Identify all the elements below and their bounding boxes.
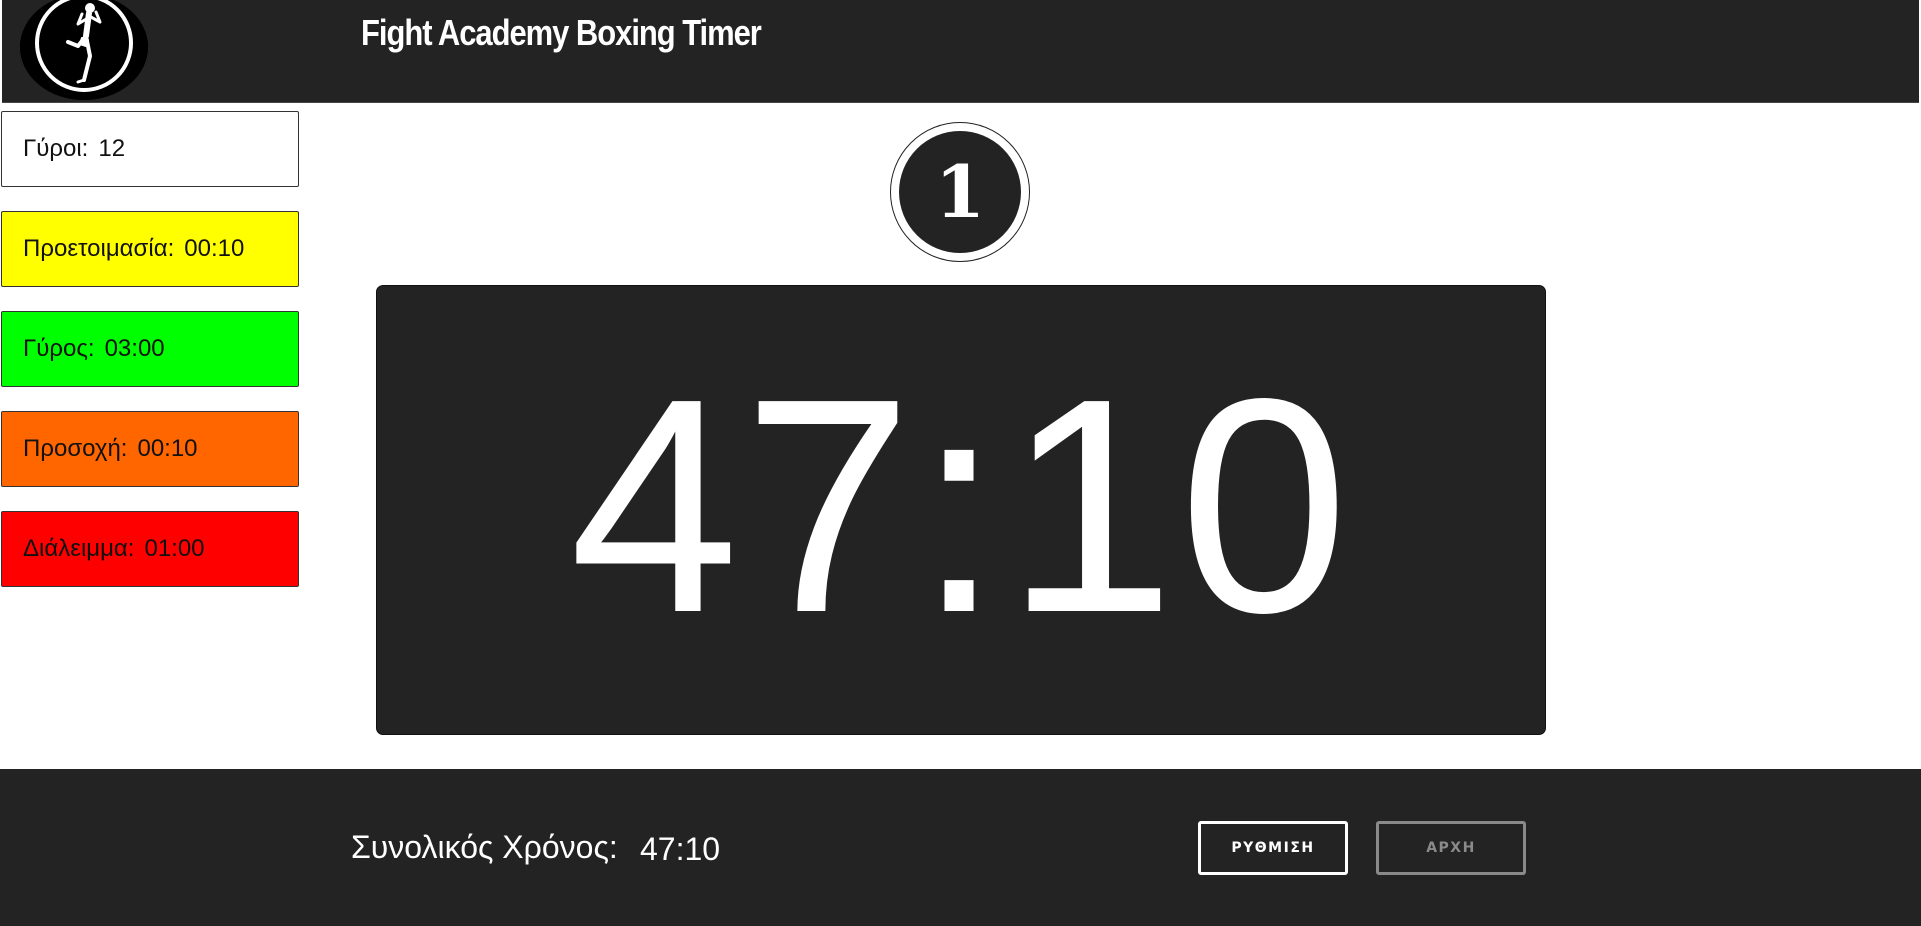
start-button[interactable]: ΑΡΧΗ (1376, 821, 1526, 875)
rounds-label: Γύροι: (23, 135, 89, 162)
total-time-value: 47:10 (640, 831, 721, 867)
round-value: 03:00 (104, 335, 165, 362)
round-label: Γύρος: (23, 335, 95, 362)
timer-display: 47:10 (569, 334, 1353, 676)
settings-button[interactable]: ΡΥΘΜΙΣΗ (1198, 821, 1348, 875)
warning-time-setting[interactable]: Προσοχή: 00:10 (1, 411, 299, 487)
current-round-badge: 1 (890, 122, 1030, 262)
header-bar: Fight Academy Boxing Timer (2, 0, 1919, 103)
warning-value: 00:10 (137, 435, 198, 462)
rounds-value: 12 (98, 135, 126, 162)
warning-label: Προσοχή: (23, 435, 128, 462)
footer-bar: Συνολικός Χρόνος: 47:10 ΡΥΘΜΙΣΗ ΑΡΧΗ (0, 769, 1921, 926)
current-round-number: 1 (899, 131, 1021, 253)
total-time-label: Συνολικός Χρόνος: (351, 829, 618, 865)
timer-panel: 47:10 (376, 285, 1546, 735)
rest-value: 01:00 (144, 535, 205, 562)
boxing-timer-app: Fight Academy Boxing Timer Γύροι: 12 Προ… (0, 0, 1921, 926)
app-title: Fight Academy Boxing Timer (361, 12, 762, 53)
rest-time-setting[interactable]: Διάλειμμα: 01:00 (1, 511, 299, 587)
rest-label: Διάλειμμα: (23, 535, 135, 562)
fighter-logo-icon (20, 0, 148, 100)
rounds-setting[interactable]: Γύροι: 12 (1, 111, 299, 187)
prepare-time-setting[interactable]: Προετοιμασία: 00:10 (1, 211, 299, 287)
prepare-label: Προετοιμασία: (23, 235, 175, 262)
prepare-value: 00:10 (184, 235, 245, 262)
round-time-setting[interactable]: Γύρος: 03:00 (1, 311, 299, 387)
